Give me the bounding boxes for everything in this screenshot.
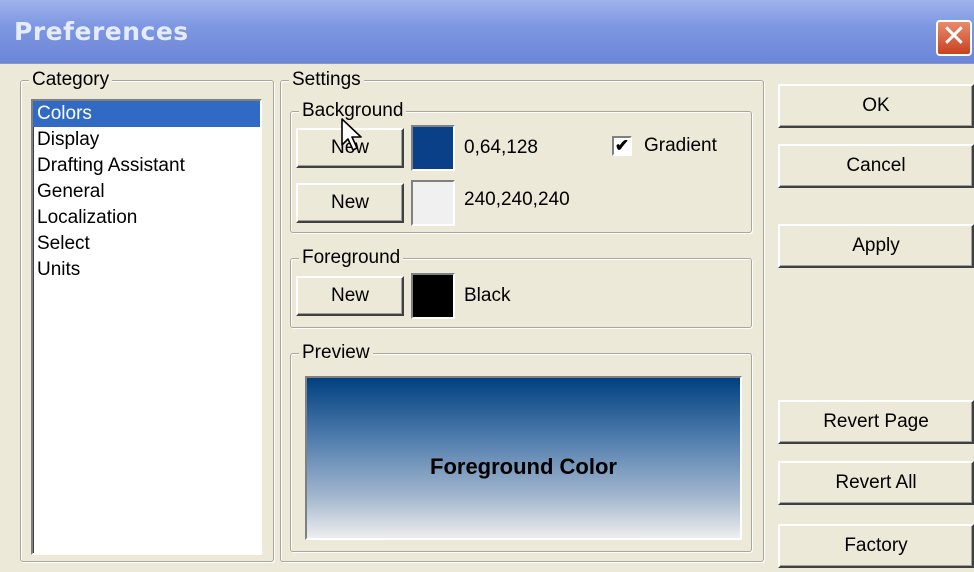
- category-item-localization[interactable]: Localization: [33, 205, 260, 231]
- background-color-value-2: 240,240,240: [464, 189, 570, 210]
- factory-button[interactable]: Factory: [778, 524, 974, 568]
- preview-panel: Foreground Color: [305, 376, 742, 540]
- checkmark-icon: ✔: [614, 136, 630, 155]
- category-item-units[interactable]: Units: [33, 257, 260, 283]
- foreground-label: Foreground: [299, 247, 404, 269]
- gradient-checkbox[interactable]: ✔: [612, 136, 632, 156]
- background-new-button-2[interactable]: New: [296, 183, 404, 223]
- category-item-select[interactable]: Select: [33, 231, 260, 257]
- background-color-swatch-2[interactable]: [411, 180, 455, 226]
- apply-button[interactable]: Apply: [778, 224, 974, 268]
- title-bar: Preferences ✕: [0, 0, 974, 64]
- ok-button[interactable]: OK: [778, 84, 974, 128]
- preview-text: Foreground Color: [430, 454, 617, 479]
- category-item-colors[interactable]: Colors: [33, 101, 260, 127]
- background-color-swatch-1[interactable]: [411, 125, 455, 171]
- preview-label: Preview: [299, 342, 373, 364]
- foreground-color-swatch[interactable]: [411, 273, 455, 319]
- gradient-label: Gradient: [644, 135, 717, 156]
- category-item-general[interactable]: General: [33, 179, 260, 205]
- foreground-color-value: Black: [464, 285, 511, 306]
- revert-all-button[interactable]: Revert All: [778, 461, 974, 505]
- category-item-drafting-assistant[interactable]: Drafting Assistant: [33, 153, 260, 179]
- revert-page-button[interactable]: Revert Page: [778, 400, 974, 444]
- close-button[interactable]: ✕: [936, 20, 972, 56]
- close-icon: ✕: [941, 19, 967, 54]
- category-list[interactable]: Colors Display Drafting Assistant Genera…: [31, 99, 262, 555]
- mouse-pointer-icon: [341, 118, 362, 151]
- settings-label: Settings: [289, 69, 364, 91]
- window-title: Preferences: [14, 17, 189, 46]
- background-color-value-1: 0,64,128: [464, 137, 538, 158]
- cancel-button[interactable]: Cancel: [778, 144, 974, 188]
- foreground-new-button[interactable]: New: [296, 276, 404, 316]
- category-item-display[interactable]: Display: [33, 127, 260, 153]
- category-label: Category: [29, 69, 113, 91]
